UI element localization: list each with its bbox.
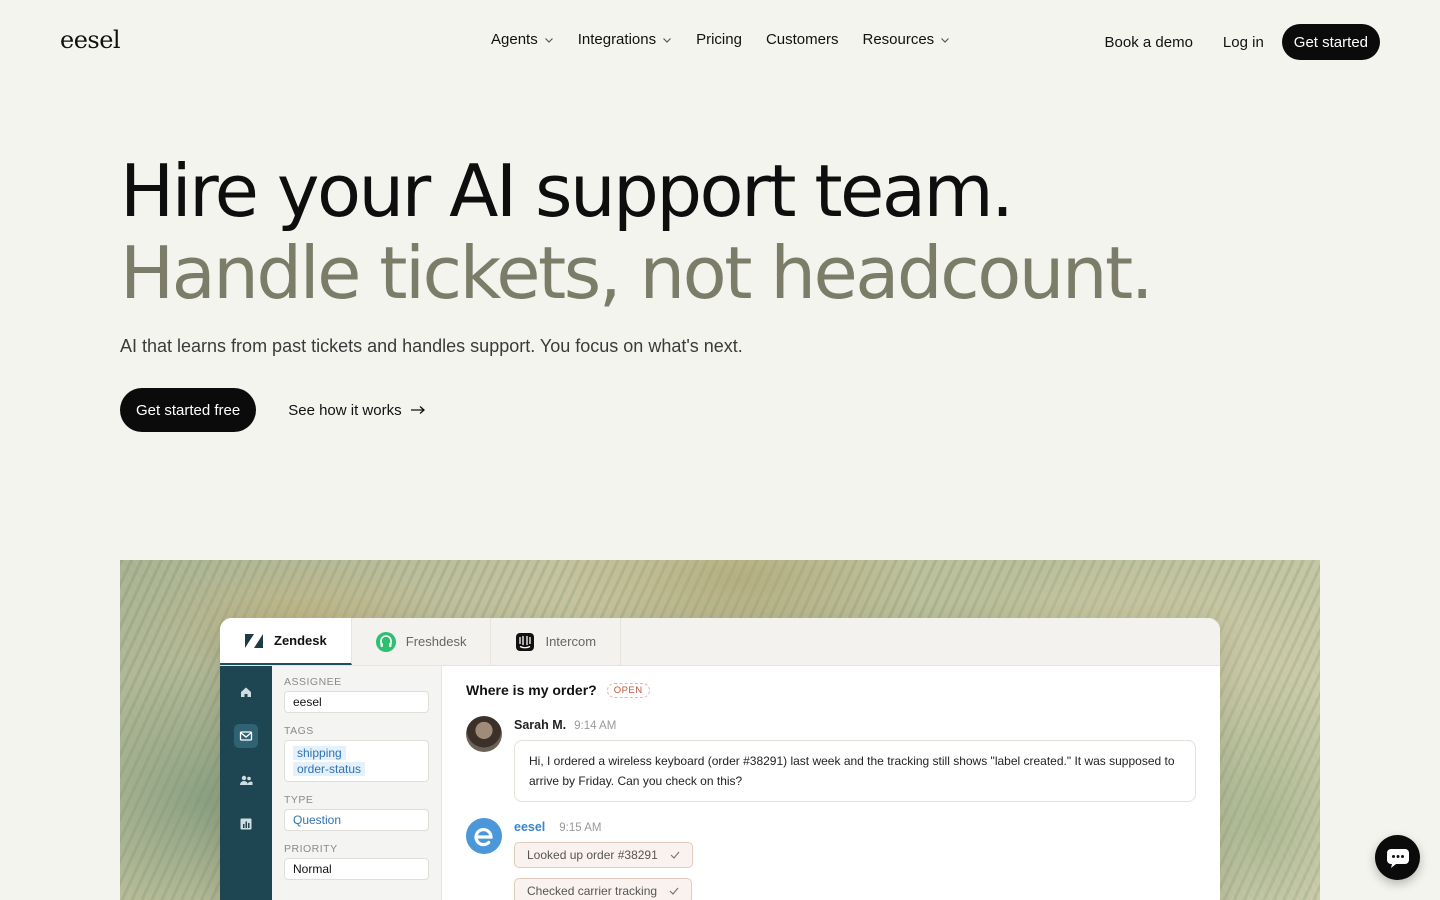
customer-message-bubble: Hi, I ordered a wireless keyboard (order… <box>514 740 1196 802</box>
chevron-down-icon <box>544 37 553 43</box>
eesel-logo[interactable]: eesel <box>60 26 121 54</box>
customer-name: Sarah M. <box>514 718 567 732</box>
agent-step: Looked up order #38291 <box>514 836 693 868</box>
freshdesk-logo-icon <box>375 631 396 652</box>
nav-item-integrations[interactable]: Integrations <box>578 31 672 48</box>
hero-subtitle: AI that learns from past tickets and han… <box>120 336 743 356</box>
see-how-it-works-link[interactable]: See how it works <box>288 402 425 419</box>
step-chip: Checked carrier tracking <box>514 878 693 900</box>
zendesk-logo-icon <box>244 631 264 651</box>
step-label: Checked carrier tracking <box>527 884 658 898</box>
customer-meta: Sarah M. 9:14 AM <box>514 716 1196 734</box>
tab-label: Zendesk <box>274 633 327 648</box>
top-nav: eesel Agents Integrations Pricing Custom… <box>0 0 1440 84</box>
check-icon <box>670 851 680 859</box>
get-started-button[interactable]: Get started <box>1281 24 1380 60</box>
priority-label: PRIORITY <box>284 843 338 855</box>
type-field[interactable]: Question <box>284 809 429 831</box>
customer-timestamp: 9:14 AM <box>574 720 617 732</box>
ticket-subject: Where is my order? <box>466 682 597 698</box>
nav-item-pricing[interactable]: Pricing <box>696 31 742 48</box>
arrow-right-icon <box>410 406 425 414</box>
nav-menu: Agents Integrations Pricing Customers Re… <box>491 31 950 48</box>
assignee-field[interactable]: eesel <box>284 691 429 713</box>
assignee-label: ASSIGNEE <box>284 676 342 688</box>
nav-item-resources[interactable]: Resources <box>862 31 950 48</box>
tag-chip: shipping <box>293 746 346 760</box>
tags-label: TAGS <box>284 725 314 737</box>
status-badge: OPEN <box>606 682 650 698</box>
check-icon <box>669 887 679 895</box>
helpdesk-icon-rail <box>220 666 272 900</box>
tab-zendesk[interactable]: Zendesk <box>220 618 352 665</box>
home-icon[interactable] <box>234 680 258 704</box>
book-demo-link[interactable]: Book a demo <box>1105 34 1193 51</box>
nav-item-customers[interactable]: Customers <box>766 31 839 48</box>
tab-freshdesk[interactable]: Freshdesk <box>352 618 492 665</box>
agent-message: eesel 9:15 AM Looked up order #38291 Chec… <box>466 818 693 900</box>
nav-item-label: Integrations <box>577 31 657 48</box>
tab-intercom[interactable]: Intercom <box>491 618 622 665</box>
product-showcase: Zendesk Freshdesk Intercom ASSIGNEE eese… <box>120 560 1320 900</box>
agent-timestamp: 9:15 AM <box>559 822 602 834</box>
nav-item-label: Resources <box>862 31 935 48</box>
ticket-header: Where is my order? OPEN <box>466 682 1196 698</box>
tab-label: Freshdesk <box>405 634 467 649</box>
get-started-free-button[interactable]: Get started free <box>120 388 257 432</box>
type-label: TYPE <box>284 794 314 806</box>
tab-label: Intercom <box>545 634 597 649</box>
hero-headline-line1: Hire your AI support team. <box>120 149 1014 233</box>
avatar <box>466 716 502 752</box>
hero-cta-row: Get started free See how it works <box>120 388 426 432</box>
agent-meta: eesel 9:15 AM <box>514 818 693 836</box>
nav-item-agents[interactable]: Agents <box>491 31 554 48</box>
step-chip: Looked up order #38291 <box>514 842 693 868</box>
intercom-logo-icon <box>515 632 535 652</box>
eesel-avatar-icon <box>466 818 502 854</box>
nav-actions: Book a demo Log in Get started <box>1105 24 1380 60</box>
see-how-label: See how it works <box>288 401 402 419</box>
chevron-down-icon <box>941 37 950 43</box>
nav-item-label: Agents <box>491 31 538 48</box>
agent-name: eesel <box>514 820 546 834</box>
users-icon[interactable] <box>234 768 258 792</box>
nav-item-label: Pricing <box>696 31 742 48</box>
ticket-fields-panel: ASSIGNEE eesel TAGS shipping order-statu… <box>272 666 442 900</box>
ticket-conversation: Where is my order? OPEN Sarah M. 9:14 AM … <box>442 666 1220 900</box>
hero-headline: Hire your AI support team. Handle ticket… <box>120 149 1154 315</box>
helpdesk-tabs: Zendesk Freshdesk Intercom <box>220 618 1220 666</box>
chevron-down-icon <box>663 37 672 43</box>
nav-item-label: Customers <box>765 31 839 48</box>
chat-widget-button[interactable] <box>1375 835 1420 880</box>
inbox-icon[interactable] <box>234 724 258 748</box>
chart-icon[interactable] <box>234 812 258 836</box>
priority-field[interactable]: Normal <box>284 858 429 880</box>
tag-chip: order-status <box>293 762 366 776</box>
helpdesk-demo-window: Zendesk Freshdesk Intercom ASSIGNEE eese… <box>220 618 1220 900</box>
customer-message: Sarah M. 9:14 AM Hi, I ordered a wireless… <box>466 716 1196 802</box>
agent-step: Checked carrier tracking <box>514 868 693 900</box>
step-label: Looked up order #38291 <box>527 848 658 862</box>
tags-field[interactable]: shipping order-status <box>284 740 429 782</box>
chat-bubble-icon <box>1386 848 1409 868</box>
login-link[interactable]: Log in <box>1223 34 1264 51</box>
hero-headline-line2: Handle tickets, not headcount. <box>120 231 1154 315</box>
